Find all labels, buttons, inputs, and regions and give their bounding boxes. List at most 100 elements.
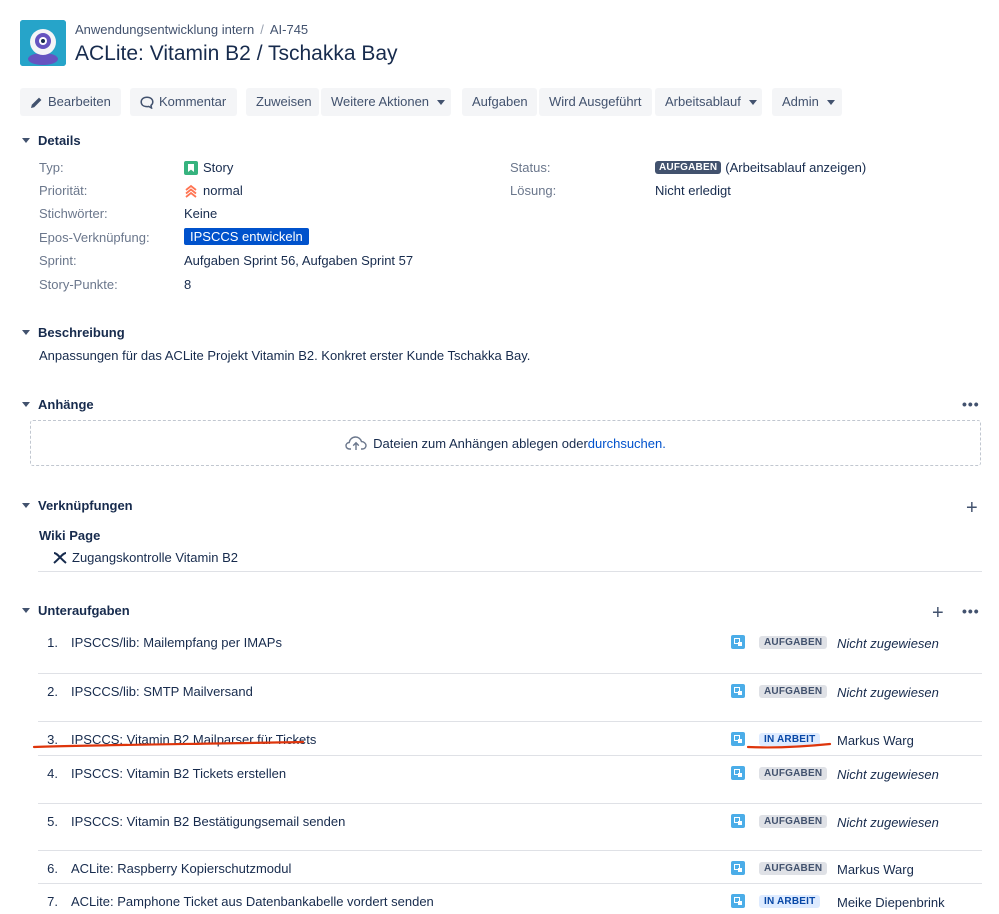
workflow-button[interactable]: Arbeitsablauf	[655, 88, 762, 116]
subtask-number: 5.	[47, 814, 58, 829]
story-points-label: Story-Punkte:	[39, 277, 118, 292]
subtask-assignee: Nicht zugewiesen	[837, 815, 939, 830]
subtask-assignee: Nicht zugewiesen	[837, 685, 939, 700]
resolution-value: Nicht erledigt	[655, 183, 731, 198]
subtask-type-icon	[731, 814, 745, 828]
type-label: Typ:	[39, 160, 64, 175]
status-lozenge: AUFGABEN	[655, 161, 722, 174]
chevron-down-icon	[826, 99, 835, 105]
status-label: Status:	[510, 160, 551, 175]
resolution-label: Lösung:	[510, 183, 557, 198]
view-workflow-link[interactable]: (Arbeitsablauf anzeigen)	[725, 160, 866, 175]
priority-value-text: normal	[203, 183, 243, 198]
tasks-transition-button[interactable]: Aufgaben	[462, 88, 537, 116]
wiki-link-title: Zugangskontrolle Vitamin B2	[72, 550, 238, 565]
subtasks-heading: Unteraufgaben	[38, 603, 130, 618]
subtask-number: 6.	[47, 861, 58, 876]
subtask-status-lozenge: AUFGABEN	[759, 767, 828, 780]
workflow-label: Arbeitsablauf	[665, 94, 741, 109]
priority-label: Priorität:	[39, 183, 88, 198]
story-points-value: 8	[184, 277, 192, 292]
subtask-number: 4.	[47, 766, 58, 781]
subtask-row[interactable]: 7. ACLite: Pamphone Ticket aus Datenbank…	[38, 884, 982, 914]
details-section-header[interactable]: Details	[22, 133, 81, 148]
wiki-link-row: Zugangskontrolle Vitamin B2	[38, 549, 982, 572]
subtask-status-lozenge: AUFGABEN	[759, 636, 828, 649]
subtask-number: 2.	[47, 684, 58, 699]
subtask-summary[interactable]: ACLite: Pamphone Ticket aus Datenbankabe…	[71, 894, 434, 909]
epic-link-value-wrap: IPSCCS entwickeln	[184, 228, 309, 245]
subtask-summary[interactable]: IPSCCS/lib: SMTP Mailversand	[71, 684, 253, 699]
description-text[interactable]: Anpassungen für das ACLite Projekt Vitam…	[39, 348, 530, 363]
labels-value: Keine	[184, 206, 218, 221]
wiki-link-item[interactable]: Zugangskontrolle Vitamin B2	[53, 550, 238, 565]
subtask-number: 7.	[47, 894, 58, 909]
attachments-more-icon[interactable]: •••	[962, 396, 980, 412]
priority-icon	[185, 184, 197, 198]
chevron-down-icon	[22, 402, 30, 407]
subtask-type-icon	[731, 684, 745, 698]
attachment-dropzone[interactable]: Dateien zum Anhängen ablegen oder durchs…	[30, 420, 981, 466]
more-actions-label: Weitere Aktionen	[331, 94, 430, 109]
link-group-heading: Wiki Page	[39, 528, 101, 543]
subtask-status-lozenge: AUFGABEN	[759, 685, 828, 698]
chevron-down-icon	[748, 99, 757, 105]
subtask-assignee: Nicht zugewiesen	[837, 767, 939, 782]
subtask-type-icon	[731, 766, 745, 780]
edit-button[interactable]: Bearbeiten	[20, 88, 121, 116]
epic-link-lozenge[interactable]: IPSCCS entwickeln	[184, 228, 309, 245]
chevron-down-icon	[22, 330, 30, 335]
page-title: ACLite: Vitamin B2 / Tschakka Bay	[75, 42, 398, 65]
subtask-row[interactable]: 4. IPSCCS: Vitamin B2 Tickets erstellen …	[38, 756, 982, 804]
breadcrumb-issue-key-link[interactable]: AI-745	[270, 22, 308, 37]
project-avatar[interactable]	[20, 20, 66, 66]
subtask-assignee: Nicht zugewiesen	[837, 636, 939, 651]
breadcrumb-project-link[interactable]: Anwendungsentwicklung intern	[75, 22, 254, 37]
browse-link[interactable]: durchsuchen.	[588, 436, 666, 451]
subtask-assignee: Meike Diepenbrink	[837, 895, 945, 910]
subtasks-section-header[interactable]: Unteraufgaben	[22, 603, 130, 618]
chevron-down-icon	[22, 138, 30, 143]
issue-links-section-header[interactable]: Verknüpfungen	[22, 498, 133, 513]
description-heading: Beschreibung	[38, 325, 125, 340]
add-subtask-icon[interactable]: +	[932, 603, 944, 623]
subtask-summary[interactable]: IPSCCS: Vitamin B2 Bestätigungsemail sen…	[71, 814, 345, 829]
chevron-down-icon	[437, 99, 446, 105]
comment-button[interactable]: Kommentar	[130, 88, 237, 116]
breadcrumb-separator: /	[260, 22, 264, 37]
subtask-summary[interactable]: ACLite: Raspberry Kopierschutzmodul	[71, 861, 291, 876]
epic-link-label: Epos-Verknüpfung:	[39, 230, 150, 245]
subtask-summary[interactable]: IPSCCS: Vitamin B2 Tickets erstellen	[71, 766, 286, 781]
priority-value: normal	[184, 183, 243, 198]
type-value: Story	[184, 160, 233, 175]
subtask-status-lozenge: AUFGABEN	[759, 815, 828, 828]
story-icon	[184, 160, 198, 175]
attachments-section-header[interactable]: Anhänge	[22, 397, 94, 412]
subtask-assignee: Markus Warg	[837, 862, 914, 877]
subtask-row[interactable]: 1. IPSCCS/lib: Mailempfang per IMAPs AUF…	[38, 625, 982, 674]
issue-links-heading: Verknüpfungen	[38, 498, 133, 513]
labels-label: Stichwörter:	[39, 206, 108, 221]
assign-button[interactable]: Zuweisen	[246, 88, 319, 116]
status-value: AUFGABEN (Arbeitsablauf anzeigen)	[655, 160, 866, 175]
subtasks-more-icon[interactable]: •••	[962, 603, 980, 619]
chevron-down-icon	[22, 503, 30, 508]
in-progress-transition-button[interactable]: Wird Ausgeführt	[539, 88, 652, 116]
dropzone-text: Dateien zum Anhängen ablegen oder	[373, 435, 588, 451]
subtask-row[interactable]: 6. ACLite: Raspberry Kopierschutzmodul A…	[38, 851, 982, 884]
comment-button-label: Kommentar	[159, 94, 227, 109]
dropzone-content: Dateien zum Anhängen ablegen oder durchs…	[31, 435, 980, 451]
details-heading: Details	[38, 133, 81, 148]
description-section-header[interactable]: Beschreibung	[22, 325, 125, 340]
add-link-icon[interactable]: +	[966, 498, 978, 518]
admin-button[interactable]: Admin	[772, 88, 842, 116]
subtask-number: 1.	[47, 635, 58, 650]
subtask-status-lozenge: IN ARBEIT	[759, 895, 821, 908]
subtask-status-lozenge: AUFGABEN	[759, 862, 828, 875]
subtask-summary[interactable]: IPSCCS/lib: Mailempfang per IMAPs	[71, 635, 282, 650]
subtask-row[interactable]: 5. IPSCCS: Vitamin B2 Bestätigungsemail …	[38, 804, 982, 851]
comment-icon	[140, 95, 154, 109]
subtask-row[interactable]: 2. IPSCCS/lib: SMTP Mailversand AUFGABEN…	[38, 674, 982, 722]
more-actions-button[interactable]: Weitere Aktionen	[321, 88, 451, 116]
admin-label: Admin	[782, 94, 819, 109]
